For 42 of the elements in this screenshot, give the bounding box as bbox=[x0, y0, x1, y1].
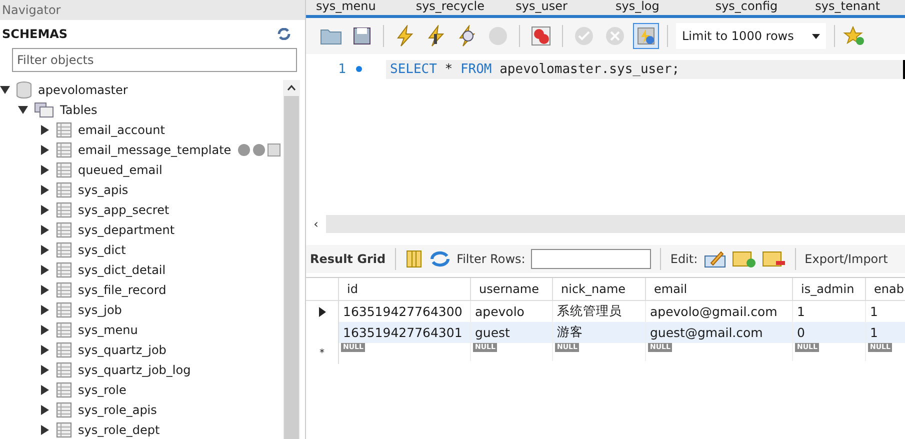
table-cell: 163519427764301 bbox=[339, 322, 471, 343]
result-grid-label[interactable]: Result Grid bbox=[310, 252, 386, 266]
horizontal-scrollbar[interactable]: ‹ bbox=[306, 215, 905, 233]
tree-item[interactable]: email_message_template bbox=[78, 143, 232, 157]
tree-item[interactable]: sys_quartz_job_log bbox=[78, 363, 191, 377]
tree-item[interactable]: sys_file_record bbox=[78, 283, 166, 297]
tree-item[interactable]: sys_dict_detail bbox=[78, 263, 166, 277]
tree-item[interactable]: sys_role_apis bbox=[78, 403, 157, 417]
tree-item[interactable]: sys_quartz_job bbox=[78, 343, 166, 357]
tree-item[interactable]: sys_app_secret bbox=[78, 203, 170, 217]
editor-tab[interactable]: sys_menu bbox=[306, 0, 406, 15]
section-title: SCHEMAS bbox=[2, 27, 68, 41]
table-cell: guest@gmail.com bbox=[646, 322, 793, 343]
table-cell: 游客 bbox=[553, 322, 646, 343]
export-import-label[interactable]: Export/Import bbox=[804, 252, 888, 266]
edit-label: Edit: bbox=[670, 252, 698, 266]
tree-item[interactable]: email_account bbox=[78, 123, 165, 137]
tree-item[interactable]: Tables bbox=[60, 103, 98, 117]
tree-item[interactable]: sys_role bbox=[78, 383, 126, 397]
tree-item[interactable]: sys_menu bbox=[78, 323, 138, 337]
tree-item[interactable]: sys_department bbox=[78, 223, 175, 237]
editor-tab[interactable]: sys_recycle bbox=[406, 0, 506, 15]
tree-item[interactable]: queued_email bbox=[78, 163, 162, 177]
sql-code[interactable]: SELECT * FROM apevolomaster.sys_user; bbox=[386, 60, 905, 78]
tree-item[interactable]: sys_apis bbox=[78, 183, 128, 197]
navigator-title: Navigator bbox=[0, 0, 305, 20]
tree-item[interactable]: apevolomaster bbox=[38, 83, 128, 97]
editor-tab[interactable]: sys_log bbox=[605, 0, 706, 15]
editor-tab[interactable]: sys_user bbox=[506, 0, 606, 15]
line-number: 1 bbox=[337, 62, 346, 76]
scroll-left-icon[interactable]: ‹ bbox=[306, 215, 326, 233]
table-cell: 0 bbox=[793, 322, 866, 343]
table-cell: 1 bbox=[866, 322, 905, 343]
tree-item[interactable]: sys_dict bbox=[78, 243, 126, 257]
tree-item[interactable]: sys_role_dept bbox=[78, 423, 160, 437]
editor-tab[interactable]: sys_config bbox=[705, 0, 806, 15]
tree-item[interactable]: sys_job bbox=[78, 303, 122, 317]
filter-label: Filter Rows: bbox=[456, 252, 526, 266]
limit-dropdown[interactable]: Limit to 1000 rows bbox=[676, 23, 826, 49]
filter-field[interactable]: Filter objects bbox=[12, 48, 297, 72]
editor-tab[interactable]: sys_tenant bbox=[805, 0, 905, 15]
table-cell: guest bbox=[471, 322, 553, 343]
